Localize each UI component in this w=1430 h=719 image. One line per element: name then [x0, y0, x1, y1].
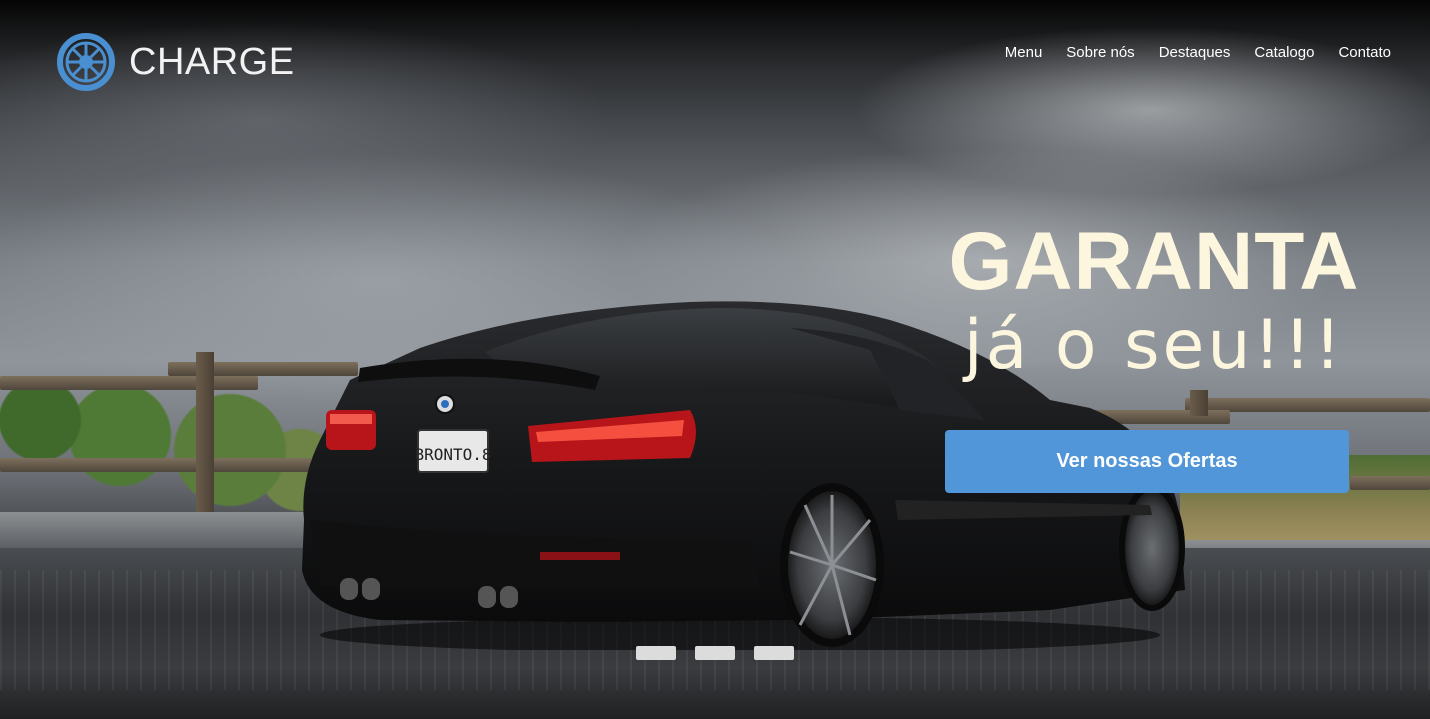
- license-plate: BRONTO.8: [414, 445, 491, 464]
- nav-link-destaques[interactable]: Destaques: [1159, 44, 1231, 61]
- fence-post: [196, 352, 214, 512]
- fence-rail: [0, 376, 258, 390]
- headline-sub: já o seu!!!: [963, 306, 1345, 385]
- headline-main: GARANTA: [948, 216, 1360, 307]
- main-nav: Menu Sobre nós Destaques Catalogo Contat…: [1005, 44, 1391, 61]
- brand-name: CHARGE: [129, 40, 295, 83]
- header-bar: CHARGE Menu Sobre nós Destaques Catalogo…: [0, 0, 1430, 110]
- nav-link-catalogo[interactable]: Catalogo: [1254, 44, 1314, 61]
- hero-banner: BRONTO.8 CHARGE Menu Sobre nós Destaques…: [0, 0, 1430, 719]
- carousel-indicators: [636, 646, 794, 660]
- carousel-dot-3[interactable]: [754, 646, 794, 660]
- nav-link-sobre-nos[interactable]: Sobre nós: [1066, 44, 1134, 61]
- view-offers-button[interactable]: Ver nossas Ofertas: [945, 430, 1349, 493]
- nav-link-contato[interactable]: Contato: [1338, 44, 1391, 61]
- fence-rail: [0, 458, 322, 472]
- fence-rail: [1350, 476, 1430, 490]
- hero-headline: GARANTA já o seu!!!: [934, 218, 1374, 388]
- carousel-dot-2[interactable]: [695, 646, 735, 660]
- sidewalk-curb: [0, 512, 310, 548]
- carousel-dot-1[interactable]: [636, 646, 676, 660]
- wheel-icon: [57, 33, 115, 91]
- fence-post: [1190, 390, 1208, 416]
- brand-logo[interactable]: CHARGE: [57, 33, 295, 91]
- nav-link-menu[interactable]: Menu: [1005, 44, 1043, 61]
